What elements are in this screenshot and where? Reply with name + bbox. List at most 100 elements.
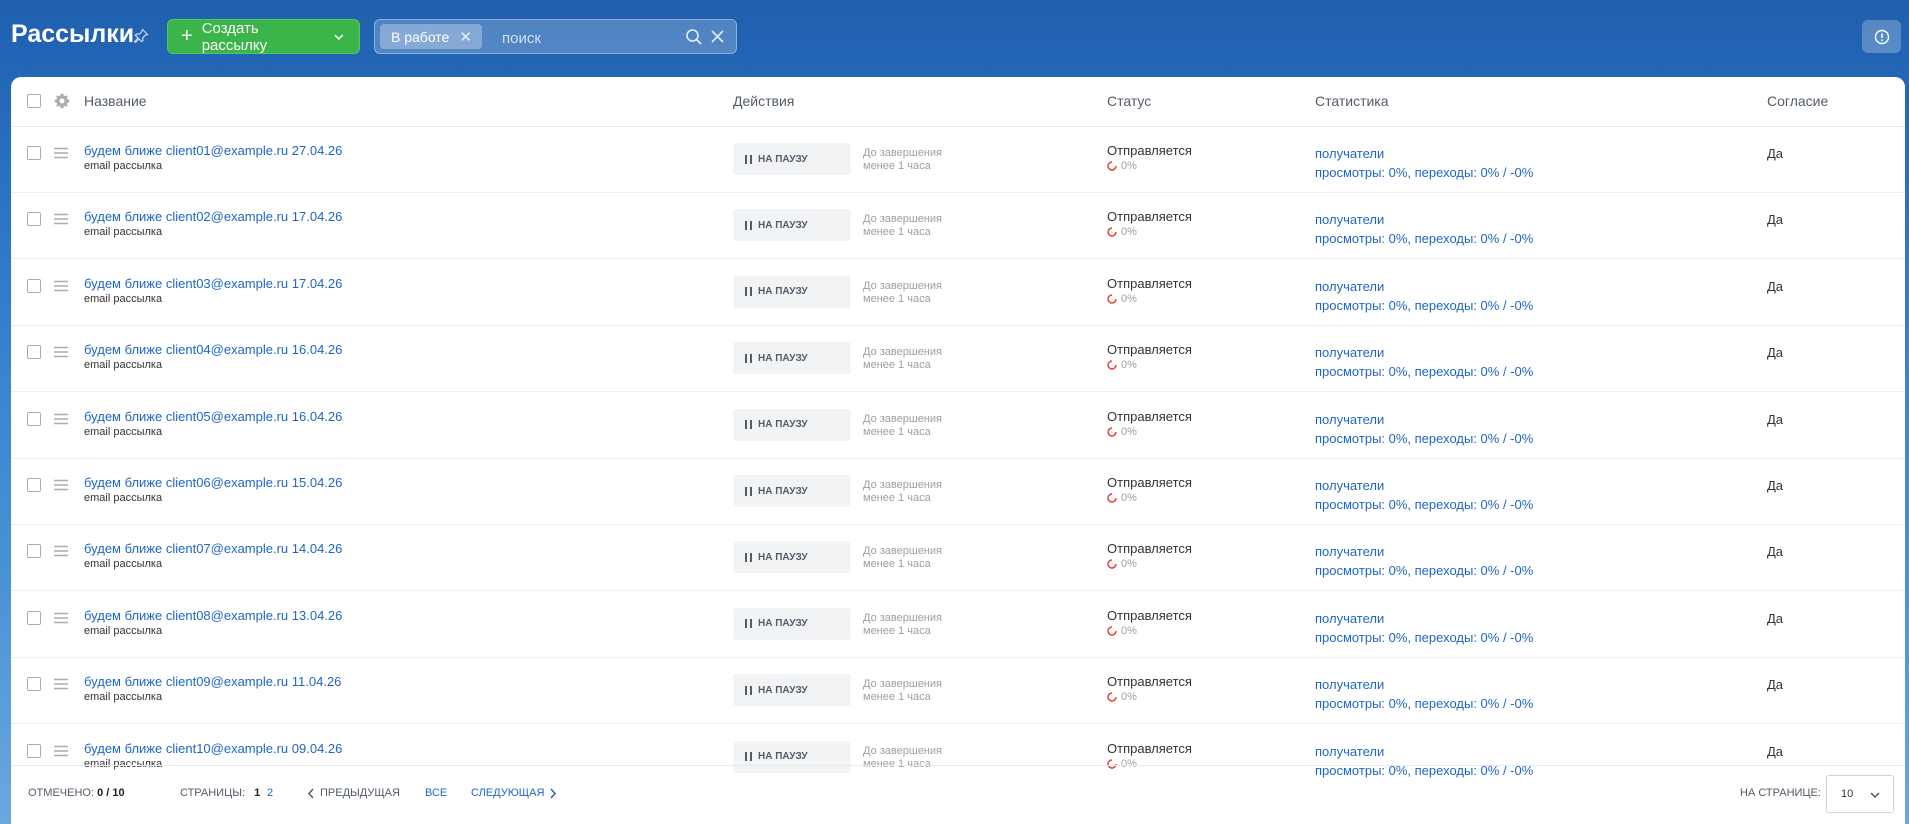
row-checkbox[interactable]: [27, 743, 41, 758]
stats-summary-link[interactable]: просмотры: 0%, переходы: 0% / -0%: [1315, 696, 1533, 711]
mailing-title-link[interactable]: будем ближе client08@example.ru 13.04.26: [84, 608, 342, 623]
table-row[interactable]: будем ближе client02@example.ru 17.04.26…: [11, 192, 1905, 260]
recipients-link[interactable]: получатели: [1315, 146, 1384, 161]
filter-chip-label: В работе: [391, 28, 450, 45]
due-label: До завершения: [863, 744, 942, 757]
column-header-stats[interactable]: Статистика: [1315, 93, 1389, 109]
mailing-title-link[interactable]: будем ближе client04@example.ru 16.04.26: [84, 342, 342, 357]
table-row[interactable]: будем ближе client05@example.ru 16.04.26…: [11, 392, 1905, 459]
stats-summary-link[interactable]: просмотры: 0%, переходы: 0% / -0%: [1315, 630, 1533, 645]
table-row[interactable]: будем ближе client06@example.ru 15.04.26…: [11, 458, 1905, 525]
gear-icon[interactable]: [54, 93, 70, 109]
pause-label: НА ПАУЗУ: [758, 153, 808, 165]
search-icon[interactable]: [685, 28, 703, 46]
drag-handle-icon[interactable]: [53, 745, 69, 757]
filter-chip[interactable]: В работе ✕: [380, 24, 482, 49]
stats-summary-link[interactable]: просмотры: 0%, переходы: 0% / -0%: [1315, 431, 1533, 446]
stats-summary-link[interactable]: просмотры: 0%, переходы: 0% / -0%: [1315, 364, 1533, 379]
row-checkbox[interactable]: [27, 146, 41, 160]
recipients-link[interactable]: получатели: [1315, 677, 1384, 692]
column-header-consent[interactable]: Согласие: [1767, 93, 1828, 109]
drag-handle-icon[interactable]: [53, 678, 69, 690]
stats-summary-link[interactable]: просмотры: 0%, переходы: 0% / -0%: [1315, 231, 1533, 246]
all-pages-link[interactable]: ВСЕ: [425, 787, 447, 799]
stats-summary-link[interactable]: просмотры: 0%, переходы: 0% / -0%: [1315, 298, 1533, 313]
create-mailing-button[interactable]: + Создать рассылку: [167, 19, 360, 54]
stats-summary-link[interactable]: просмотры: 0%, переходы: 0% / -0%: [1315, 497, 1533, 512]
chevron-down-icon[interactable]: [333, 31, 345, 43]
table-row[interactable]: будем ближе client03@example.ru 17.04.26…: [11, 259, 1905, 326]
pause-button[interactable]: НА ПАУЗУ: [733, 541, 851, 574]
pause-button[interactable]: НА ПАУЗУ: [733, 674, 851, 707]
stats-summary-link[interactable]: просмотры: 0%, переходы: 0% / -0%: [1315, 563, 1533, 578]
column-header-status[interactable]: Статус: [1107, 93, 1151, 109]
pause-label: НА ПАУЗУ: [758, 219, 808, 231]
mailing-title-link[interactable]: будем ближе client05@example.ru 16.04.26: [84, 409, 342, 424]
drag-handle-icon[interactable]: [53, 346, 69, 358]
table-row[interactable]: будем ближе client01@example.ru 27.04.26…: [11, 126, 1905, 193]
clear-icon[interactable]: [710, 29, 725, 44]
recipients-link[interactable]: получатели: [1315, 478, 1384, 493]
table-row[interactable]: будем ближе client07@example.ru 14.04.26…: [11, 524, 1905, 592]
column-header-name[interactable]: Название: [84, 93, 147, 109]
drag-handle-icon[interactable]: [53, 545, 69, 557]
pin-icon[interactable]: [133, 28, 149, 44]
due-value: менее 1 часа: [863, 624, 931, 637]
status-progress: 0%: [1107, 625, 1137, 637]
row-checkbox[interactable]: [27, 610, 41, 625]
pause-button[interactable]: НА ПАУЗУ: [733, 209, 851, 242]
drag-handle-icon[interactable]: [53, 413, 69, 425]
recipients-link[interactable]: получатели: [1315, 744, 1384, 759]
due-label: До завершения: [863, 279, 942, 292]
row-checkbox[interactable]: [27, 544, 41, 559]
drag-handle-icon[interactable]: [53, 280, 69, 292]
status-progress: 0%: [1107, 293, 1137, 305]
pause-button[interactable]: НА ПАУЗУ: [733, 408, 851, 441]
drag-handle-icon[interactable]: [53, 213, 69, 225]
mailing-title-link[interactable]: будем ближе client06@example.ru 15.04.26: [84, 475, 342, 490]
remove-filter-icon[interactable]: ✕: [459, 28, 472, 46]
search-filter-box[interactable]: В работе ✕: [374, 19, 737, 54]
info-button[interactable]: [1862, 20, 1901, 53]
recipients-link[interactable]: получатели: [1315, 279, 1384, 294]
table-row[interactable]: будем ближе client09@example.ru 11.04.26…: [11, 657, 1905, 725]
mailing-title-link[interactable]: будем ближе client02@example.ru 17.04.26: [84, 209, 342, 224]
row-checkbox[interactable]: [27, 677, 41, 692]
row-checkbox[interactable]: [27, 345, 41, 360]
drag-handle-icon[interactable]: [53, 479, 69, 491]
recipients-link[interactable]: получатели: [1315, 611, 1384, 626]
recipients-link[interactable]: получатели: [1315, 212, 1384, 227]
drag-handle-icon[interactable]: [53, 612, 69, 624]
next-page-button[interactable]: СЛЕДУЮЩАЯ: [471, 787, 557, 799]
pause-button[interactable]: НА ПАУЗУ: [733, 607, 851, 640]
row-checkbox[interactable]: [27, 411, 41, 426]
mailing-title-link[interactable]: будем ближе client10@example.ru 09.04.26: [84, 741, 342, 756]
row-checkbox[interactable]: [27, 278, 41, 293]
prev-page-button[interactable]: ПРЕДЫДУЩАЯ: [307, 787, 400, 799]
row-checkbox[interactable]: [27, 478, 41, 492]
page-2-link[interactable]: 2: [267, 787, 273, 799]
drag-handle-icon[interactable]: [53, 147, 69, 159]
recipients-link[interactable]: получатели: [1315, 412, 1384, 427]
search-input[interactable]: [500, 26, 684, 50]
mailing-title-link[interactable]: будем ближе client03@example.ru 17.04.26: [84, 276, 342, 291]
column-header-actions[interactable]: Действия: [733, 93, 794, 109]
mailing-title-link[interactable]: будем ближе client01@example.ru 27.04.26: [84, 143, 342, 158]
mailing-title-link[interactable]: будем ближе client07@example.ru 14.04.26: [84, 541, 342, 556]
pause-button[interactable]: НА ПАУЗУ: [733, 275, 851, 308]
status-label: Отправляется: [1107, 607, 1192, 623]
row-checkbox[interactable]: [27, 212, 41, 227]
per-page-select[interactable]: 10: [1826, 775, 1894, 813]
pause-button[interactable]: НА ПАУЗУ: [733, 143, 851, 175]
recipients-link[interactable]: получатели: [1315, 544, 1384, 559]
pause-button[interactable]: НА ПАУЗУ: [733, 342, 851, 375]
mailing-type: email рассылка: [84, 425, 163, 438]
table-row[interactable]: будем ближе client04@example.ru 16.04.26…: [11, 325, 1905, 393]
recipients-link[interactable]: получатели: [1315, 345, 1384, 360]
select-all-checkbox[interactable]: [27, 94, 41, 108]
table-row[interactable]: будем ближе client08@example.ru 13.04.26…: [11, 591, 1905, 658]
mailing-title-link[interactable]: будем ближе client09@example.ru 11.04.26: [84, 674, 341, 689]
pause-button[interactable]: НА ПАУЗУ: [733, 475, 851, 507]
stats-summary-link[interactable]: просмотры: 0%, переходы: 0% / -0%: [1315, 165, 1533, 180]
pause-label: НА ПАУЗУ: [758, 352, 808, 364]
